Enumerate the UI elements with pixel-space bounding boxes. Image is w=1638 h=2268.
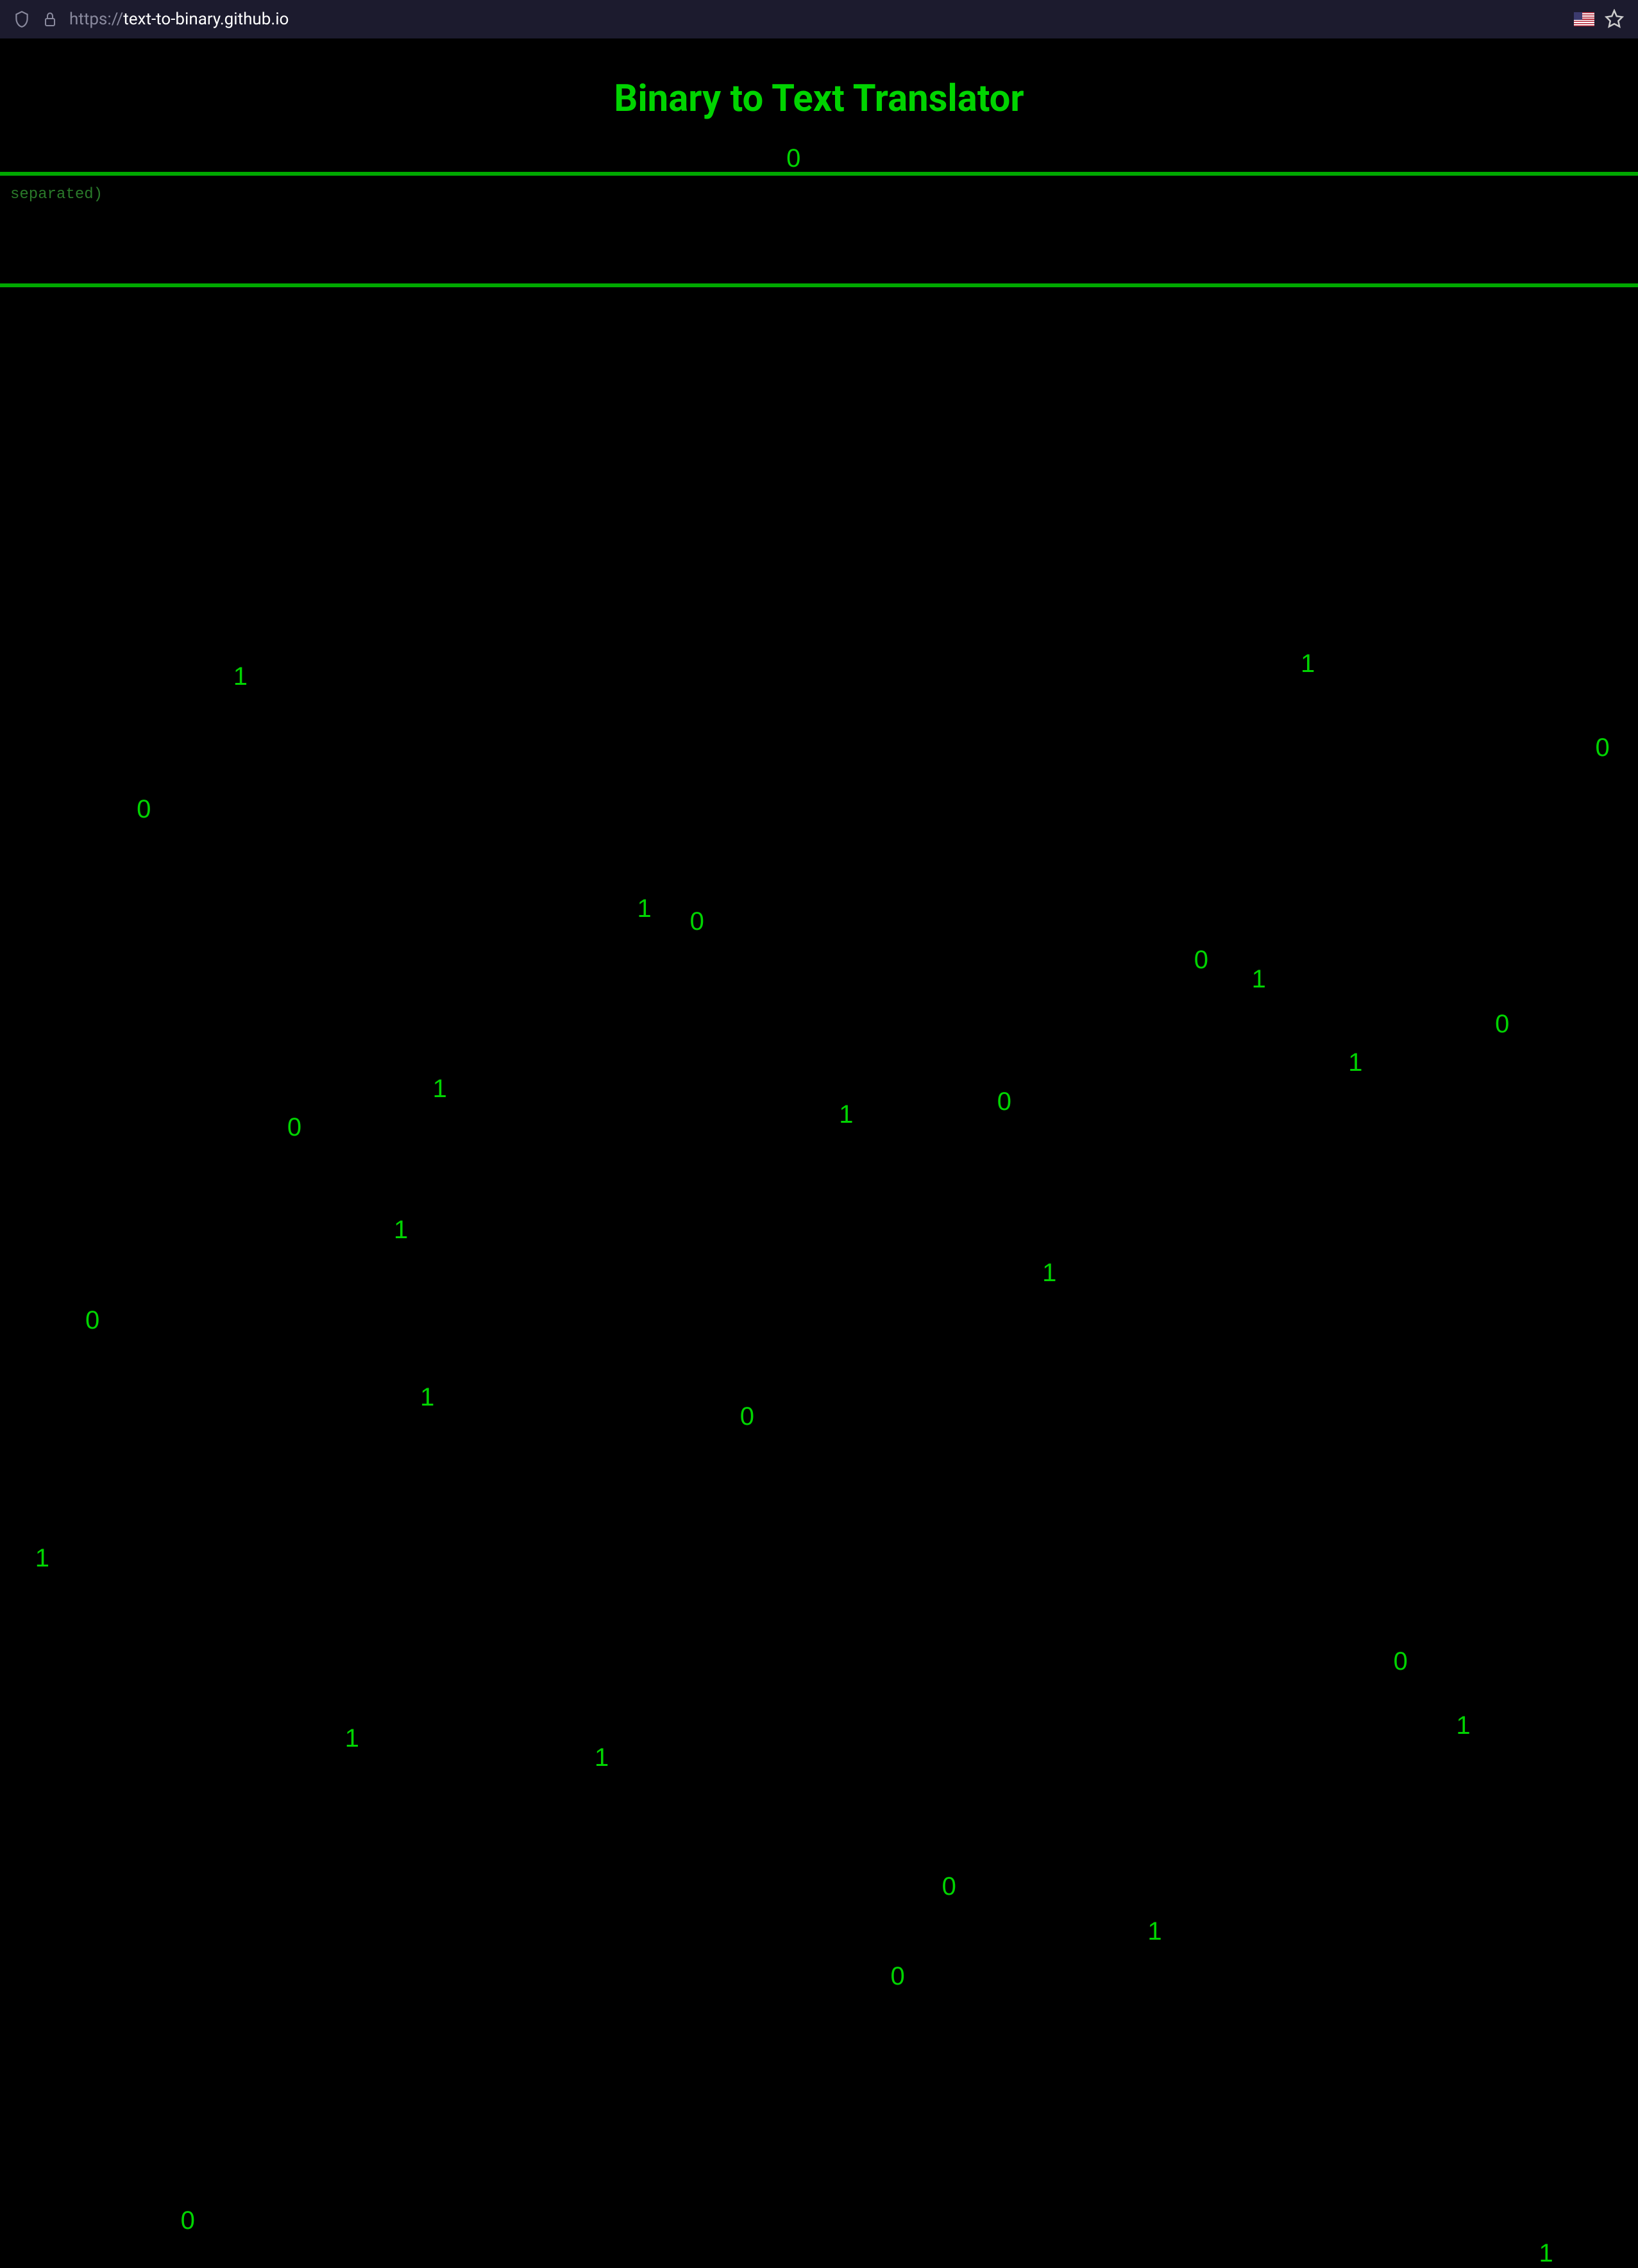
floating-digit: 1 [394, 1216, 408, 1245]
url-display[interactable]: https://text-to-binary.github.io [69, 10, 289, 29]
floating-digit: 0 [890, 1962, 904, 1991]
flag-icon[interactable] [1574, 12, 1594, 26]
floating-digit: 0 [740, 1402, 754, 1431]
floating-digit: 0 [786, 144, 800, 173]
floating-digit: 1 [839, 1100, 853, 1129]
floating-digit: 1 [1456, 1711, 1470, 1740]
shield-icon[interactable] [13, 10, 31, 28]
browser-security-icons [13, 10, 59, 28]
floating-digit: 0 [1394, 1647, 1408, 1676]
floating-digit: 0 [137, 795, 151, 824]
binary-input[interactable] [0, 172, 1638, 287]
floating-digit: 1 [595, 1743, 609, 1772]
url-domain: text-to-binary.github.io [123, 10, 289, 29]
floating-digit: 1 [1252, 965, 1266, 994]
floating-digit: 1 [233, 662, 248, 691]
floating-digit: 0 [287, 1113, 301, 1142]
floating-digit: 1 [345, 1724, 359, 1753]
floating-digit: 1 [1301, 650, 1315, 678]
floating-digit: 0 [181, 2206, 195, 2235]
floating-digit: 0 [1194, 946, 1208, 975]
floating-digit: 0 [1495, 1010, 1509, 1039]
browser-right-icons [1574, 9, 1625, 29]
url-protocol: https:// [69, 10, 123, 29]
floating-digit: 0 [1596, 734, 1610, 762]
floating-digit: 0 [942, 1872, 956, 1901]
floating-digit: 1 [1539, 2239, 1553, 2268]
page-title: Binary to Text Translator [0, 77, 1638, 121]
floating-digit: 1 [420, 1383, 434, 1412]
floating-digit: 1 [35, 1544, 49, 1573]
bookmark-star-icon[interactable] [1605, 9, 1625, 29]
floating-digit: 1 [1348, 1048, 1362, 1077]
input-container [0, 172, 1638, 290]
floating-digit: 1 [1147, 1917, 1161, 1946]
floating-digit: 0 [690, 907, 704, 936]
floating-digit: 0 [85, 1306, 99, 1335]
floating-digit: 1 [1042, 1259, 1056, 1288]
lock-icon[interactable] [41, 10, 59, 28]
floating-digit: 0 [997, 1088, 1011, 1116]
browser-address-bar: https://text-to-binary.github.io [0, 0, 1638, 38]
floating-digit: 1 [637, 895, 651, 923]
floating-digit: 1 [433, 1075, 447, 1104]
